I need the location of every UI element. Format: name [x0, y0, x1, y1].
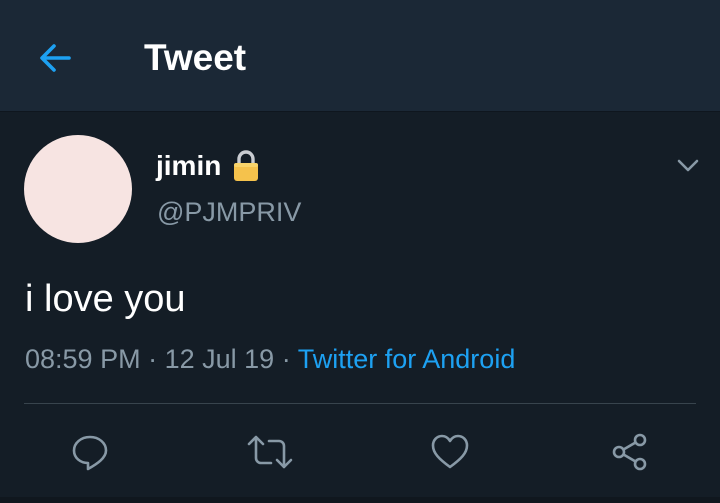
meta-separator: · — [281, 344, 291, 374]
author-name-row[interactable]: jimin — [156, 146, 261, 186]
reply-icon — [70, 432, 110, 472]
tweet-menu-button[interactable] — [672, 150, 704, 182]
lock-icon — [231, 149, 261, 183]
tweet-text: i love you — [25, 278, 186, 320]
tweet-time: 08:59 PM — [25, 344, 141, 374]
meta-separator: · — [148, 344, 158, 374]
retweet-button[interactable] — [246, 428, 294, 476]
like-button[interactable] — [426, 428, 474, 476]
tweet-source-link[interactable]: Twitter for Android — [298, 344, 516, 374]
retweet-icon — [247, 432, 293, 472]
back-button[interactable] — [30, 36, 80, 80]
chevron-down-icon — [676, 158, 700, 174]
bottom-edge — [0, 497, 720, 503]
avatar[interactable] — [24, 135, 132, 243]
tweet-action-bar — [0, 420, 720, 484]
share-button[interactable] — [606, 428, 654, 476]
author-display-name[interactable]: jimin — [156, 150, 221, 182]
divider — [24, 403, 696, 404]
tweet-date: 12 Jul 19 — [164, 344, 275, 374]
top-app-bar: Tweet — [0, 0, 720, 112]
heart-icon — [430, 432, 470, 472]
reply-button[interactable] — [66, 428, 114, 476]
page-title: Tweet — [144, 37, 247, 78]
tweet-metadata: 08:59 PM · 12 Jul 19 · Twitter for Andro… — [25, 340, 515, 378]
share-icon — [610, 432, 650, 472]
arrow-left-icon — [37, 40, 73, 76]
author-handle[interactable]: @PJMPRIV — [157, 197, 301, 228]
